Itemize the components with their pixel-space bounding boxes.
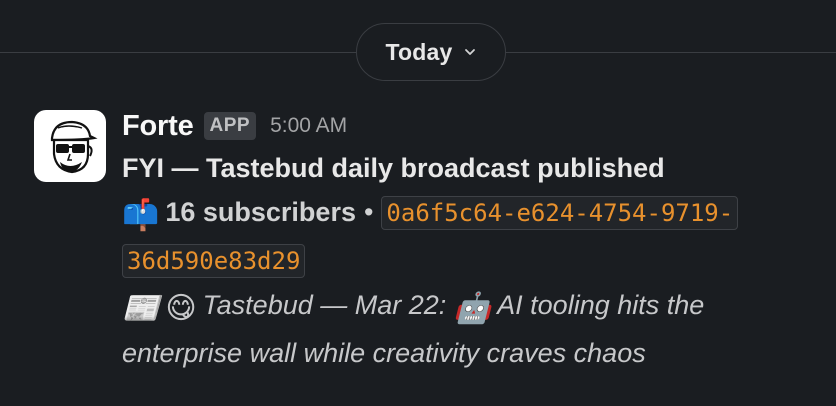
date-divider-label: Today [385,38,453,65]
message-timestamp[interactable]: 5:00 AM [270,114,347,138]
message-title: FYI — Tastebud daily broadcast published [122,153,665,183]
message-header: Forte APP 5:00 AM [122,106,782,146]
message-headline: 📰 😋 Tastebud — Mar 22: 🤖 AI tooling hits th… [122,283,782,375]
robot-face-icon: 🤖 [453,292,492,325]
chevron-down-icon [464,49,475,55]
robot-avatar-icon [50,120,98,174]
mailbox-icon: 📫 [122,199,160,232]
bullet-separator: • [363,197,374,227]
sender-avatar[interactable] [34,110,106,182]
yum-face-icon: 😋 [165,292,197,325]
newspaper-icon: 📰 [122,292,160,325]
subscribers-count: 16 subscribers [165,197,356,227]
message-stats-line: 📫 16 subscribers • 0a6f5c64-e624-4754-9719-… [122,190,782,283]
sender-name[interactable]: Forte [122,110,194,143]
message-body: Forte APP 5:00 AM FYI — Tastebud daily b… [122,106,782,375]
date-divider-button[interactable]: Today [356,23,506,81]
headline-prefix: Tastebud — Mar 22: [202,290,447,320]
app-badge: APP [203,112,257,140]
